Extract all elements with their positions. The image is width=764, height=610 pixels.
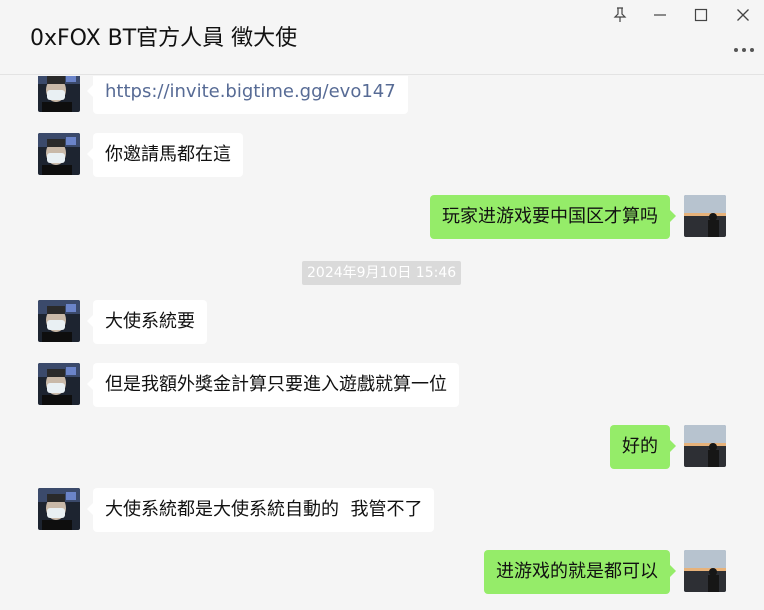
minimize-icon (653, 8, 667, 22)
pin-button[interactable] (607, 4, 633, 26)
message-bubble-outgoing[interactable]: 好的 (610, 425, 676, 469)
minimize-button[interactable] (647, 4, 673, 26)
contact-avatar[interactable] (38, 363, 80, 405)
timestamp-divider: 2024年9月10日 15:46 (302, 261, 462, 285)
more-options-button[interactable] (731, 40, 757, 54)
my-avatar[interactable] (684, 550, 726, 592)
pin-icon (613, 7, 627, 23)
maximize-icon (694, 8, 708, 22)
message-bubble-incoming[interactable]: 你邀請馬都在這 (87, 133, 243, 177)
message-bubble-incoming[interactable]: https://invite.bigtime.gg/evo147 (87, 76, 408, 114)
title-bar: 0xFOX BT官方人員 徵大使 (0, 0, 764, 75)
message-bubble-incoming[interactable]: 但是我額外獎金計算只要進入遊戲就算一位 (87, 363, 459, 407)
contact-avatar[interactable] (38, 300, 80, 342)
more-icon (733, 38, 755, 57)
message-bubble-incoming[interactable]: 大使系統都是大使系統自動的 我管不了 (86, 488, 435, 532)
maximize-button[interactable] (688, 4, 714, 26)
my-avatar[interactable] (684, 425, 726, 467)
message-bubble-incoming[interactable]: 大使系統要 (87, 300, 207, 344)
message-bubble-outgoing[interactable]: 玩家进游戏要中国区才算吗 (430, 195, 676, 239)
message-list[interactable]: https://invite.bigtime.gg/evo147 你邀請馬都在這… (0, 76, 764, 610)
contact-avatar[interactable] (38, 488, 80, 530)
close-icon (736, 8, 750, 22)
contact-avatar[interactable] (38, 76, 80, 112)
close-button[interactable] (730, 4, 756, 26)
contact-avatar[interactable] (38, 133, 80, 175)
message-bubble-outgoing[interactable]: 进游戏的就是都可以 (484, 550, 676, 594)
chat-title: 0xFOX BT官方人員 徵大使 (30, 26, 298, 51)
my-avatar[interactable] (684, 195, 726, 237)
